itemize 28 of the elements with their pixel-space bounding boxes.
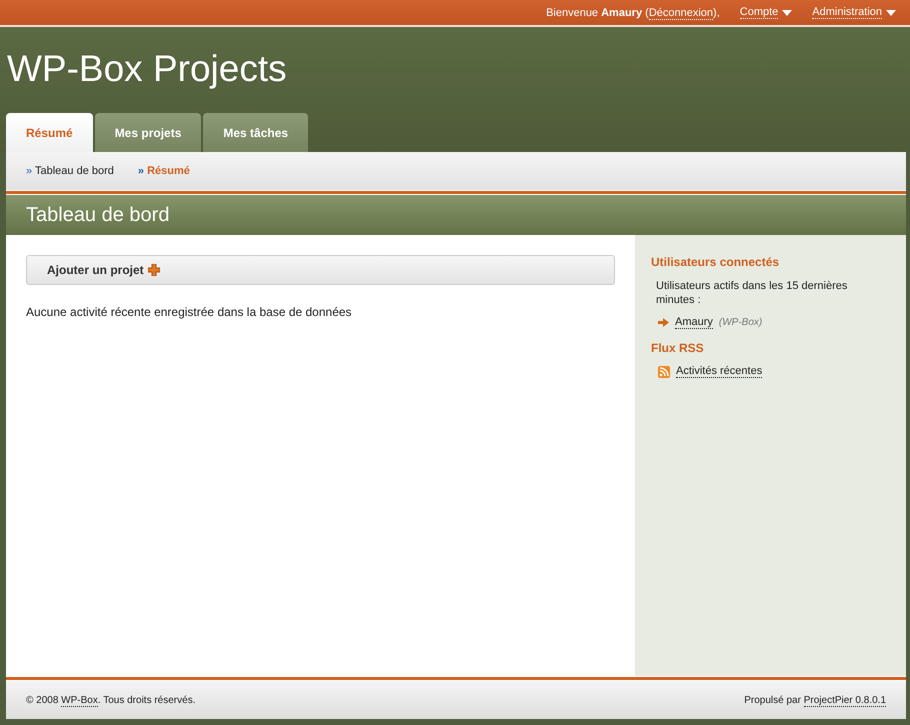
menu-link[interactable]: Administration bbox=[812, 6, 896, 19]
rss-icon bbox=[658, 366, 670, 378]
powered-by-text: Propulsé par ProjectPier 0.8.0.1 bbox=[744, 694, 886, 706]
caret-icon bbox=[886, 10, 896, 16]
breadcrumb-link[interactable]: » Tableau de bord bbox=[26, 165, 114, 177]
tab[interactable]: Résumé bbox=[6, 113, 93, 152]
user-link[interactable]: Amaury bbox=[675, 316, 713, 329]
add-project-button[interactable]: Ajouter un projet bbox=[26, 255, 615, 285]
section-title: Utilisateurs connectés bbox=[651, 255, 780, 269]
site-link[interactable]: WP-Box bbox=[61, 694, 98, 706]
caret-icon bbox=[782, 10, 792, 16]
tab[interactable]: Mes tâches bbox=[203, 113, 308, 152]
tab[interactable]: Mes projets bbox=[94, 113, 202, 152]
site-title: WP-Box Projects bbox=[6, 47, 288, 90]
projectpier-link[interactable]: ProjectPier 0.8.0.1 bbox=[804, 694, 886, 706]
section-note: Utilisateurs actifs dans les 15 dernières minutes : bbox=[655, 279, 848, 307]
empty-message: Aucune activité récente enregistrée dans la base de données bbox=[26, 305, 353, 319]
plus-icon bbox=[148, 264, 160, 276]
section-title: Flux RSS bbox=[651, 341, 705, 355]
arrow-icon bbox=[658, 318, 669, 327]
copyright-text: © 2008 WP-Box. Tous droits réservés. bbox=[26, 694, 196, 706]
logout-link[interactable]: Déconnexion bbox=[648, 6, 714, 20]
menu-link[interactable]: Compte bbox=[740, 6, 792, 19]
user-detail: (WP-Box) bbox=[718, 317, 762, 328]
feed-link[interactable]: Activités récentes bbox=[676, 365, 762, 378]
welcome-text: Bienvenue Amaury (Déconnexion), bbox=[546, 6, 720, 18]
breadcrumb-link[interactable]: » Résumé bbox=[138, 165, 190, 177]
page-title: Tableau de bord bbox=[26, 204, 170, 226]
